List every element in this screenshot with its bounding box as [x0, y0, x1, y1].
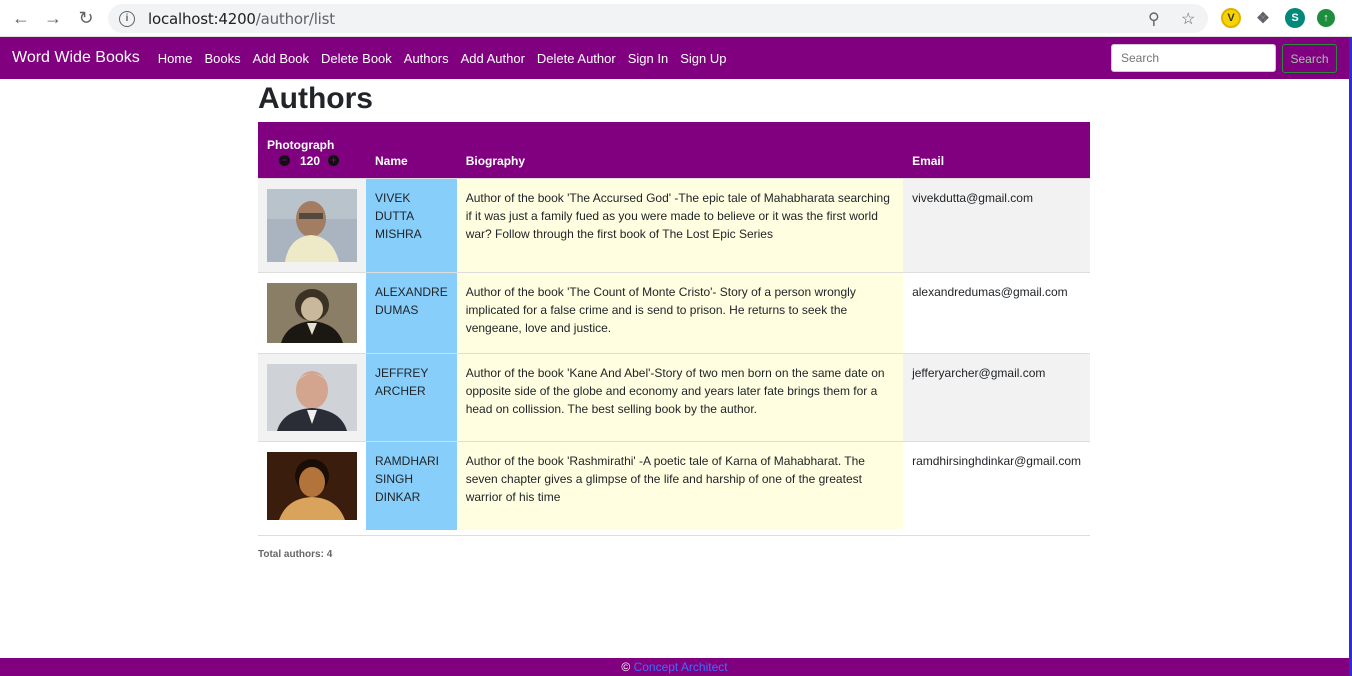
address-bar[interactable]: i localhost:4200/author/list ⚲ ☆: [108, 4, 1208, 33]
update-icon[interactable]: ↑: [1317, 9, 1335, 27]
nav-sign-up[interactable]: Sign Up: [680, 51, 726, 66]
column-header-photo: Photograph − 120 +: [258, 122, 366, 178]
author-name: RAMDHARI SINGH DINKAR: [366, 440, 457, 530]
site-info-icon[interactable]: i: [119, 10, 135, 27]
nav-sign-in[interactable]: Sign In: [628, 51, 668, 66]
forward-arrow-icon[interactable]: →: [42, 7, 64, 29]
browser-toolbar: ← → ↻ i localhost:4200/author/list ⚲ ☆ V…: [0, 0, 1352, 37]
bookmark-star-icon[interactable]: ☆: [1181, 9, 1195, 29]
zoom-out-icon[interactable]: −: [279, 155, 290, 166]
reload-icon[interactable]: ↻: [75, 7, 97, 29]
nav-add-author[interactable]: Add Author: [461, 51, 525, 66]
extension-v-icon[interactable]: V: [1221, 8, 1241, 28]
total-authors: Total authors: 4: [258, 549, 333, 560]
column-header-bio: Biography: [456, 122, 904, 178]
search-input[interactable]: [1111, 44, 1276, 72]
zoom-icon[interactable]: ⚲: [1148, 9, 1160, 29]
footer: © Concept Architect: [0, 658, 1349, 676]
author-photo: [267, 451, 357, 520]
app-navbar: Word Wide Books Home Books Add Book Dele…: [0, 37, 1349, 79]
footer-link[interactable]: Concept Architect: [634, 660, 728, 674]
table-row: JEFFREY ARCHER Author of the book 'Kane …: [258, 352, 1090, 441]
author-name: JEFFREY ARCHER: [366, 352, 457, 441]
author-email: ramdhirsinghdinkar@gmail.com: [903, 440, 1090, 530]
nav-authors[interactable]: Authors: [404, 51, 449, 66]
author-bio: Author of the book 'Kane And Abel'-Story…: [456, 352, 904, 441]
table-row: RAMDHARI SINGH DINKAR Author of the book…: [258, 440, 1090, 530]
table-row: ALEXANDRE DUMAS Author of the book 'The …: [258, 271, 1090, 353]
copyright-symbol: ©: [621, 660, 631, 674]
author-email: vivekdutta@gmail.com: [903, 177, 1090, 272]
page-title: Authors: [258, 82, 373, 115]
nav-home[interactable]: Home: [158, 51, 193, 66]
author-photo: [267, 282, 357, 343]
nav-delete-book[interactable]: Delete Book: [321, 51, 392, 66]
table-row: VIVEK DUTTA MISHRA Author of the book 'T…: [258, 177, 1090, 272]
search-button[interactable]: Search: [1282, 44, 1337, 73]
author-bio: Author of the book 'The Count of Monte C…: [456, 271, 904, 353]
extensions-puzzle-icon[interactable]: ❖: [1253, 8, 1273, 28]
author-bio: Author of the book 'Rashmirathi' -A poet…: [456, 440, 904, 530]
nav-add-book[interactable]: Add Book: [253, 51, 309, 66]
author-bio: Author of the book 'The Accursed God' -T…: [456, 177, 904, 272]
nav-books[interactable]: Books: [204, 51, 240, 66]
author-photo: [267, 363, 357, 431]
photo-header-label: Photograph: [267, 137, 335, 152]
author-email: jefferyarcher@gmail.com: [903, 352, 1090, 441]
zoom-in-icon[interactable]: +: [328, 155, 340, 166]
authors-table: Photograph − 120 + Name Biography Email: [258, 122, 1090, 530]
column-header-name: Name: [366, 122, 457, 178]
author-email: alexandredumas@gmail.com: [903, 271, 1090, 353]
brand-link[interactable]: Word Wide Books: [12, 49, 140, 67]
back-arrow-icon[interactable]: ←: [10, 7, 32, 29]
profile-avatar[interactable]: S: [1285, 8, 1305, 28]
url-text[interactable]: localhost:4200/author/list: [148, 10, 335, 28]
column-header-email: Email: [903, 122, 1090, 178]
author-photo: [267, 188, 357, 262]
photo-size-value: 120: [300, 153, 321, 168]
author-name: ALEXANDRE DUMAS: [366, 271, 457, 353]
author-name: VIVEK DUTTA MISHRA: [366, 177, 457, 272]
divider: [258, 535, 1090, 536]
nav-delete-author[interactable]: Delete Author: [537, 51, 616, 66]
